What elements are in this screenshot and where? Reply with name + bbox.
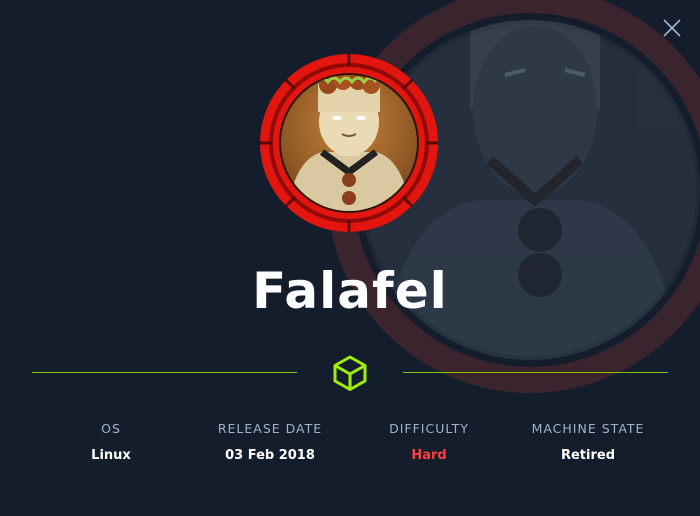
machine-stats: OS Linux RELEASE DATE 03 Feb 2018 DIFFIC… [0, 421, 700, 481]
cube-icon [332, 354, 368, 392]
machine-avatar [258, 52, 440, 234]
close-icon [663, 19, 681, 37]
machine-name: Falafel [252, 262, 448, 320]
divider-left [32, 372, 297, 373]
stat-release-date: RELEASE DATE 03 Feb 2018 [190, 421, 350, 463]
stat-os: OS Linux [31, 421, 191, 463]
stat-label: MACHINE STATE [531, 421, 645, 436]
stat-difficulty: DIFFICULTY Hard [349, 421, 509, 463]
stat-value: Linux [91, 448, 131, 463]
stat-machine-state: MACHINE STATE Retired [508, 421, 668, 463]
stat-label: DIFFICULTY [389, 421, 469, 436]
close-button[interactable] [662, 18, 682, 38]
stat-value: Retired [560, 448, 616, 463]
stat-label: RELEASE DATE [217, 421, 323, 436]
stat-label: OS [101, 421, 121, 436]
stat-value: 03 Feb 2018 [225, 448, 315, 463]
difficulty-badge: Hard [411, 448, 447, 463]
divider-right [403, 372, 668, 373]
